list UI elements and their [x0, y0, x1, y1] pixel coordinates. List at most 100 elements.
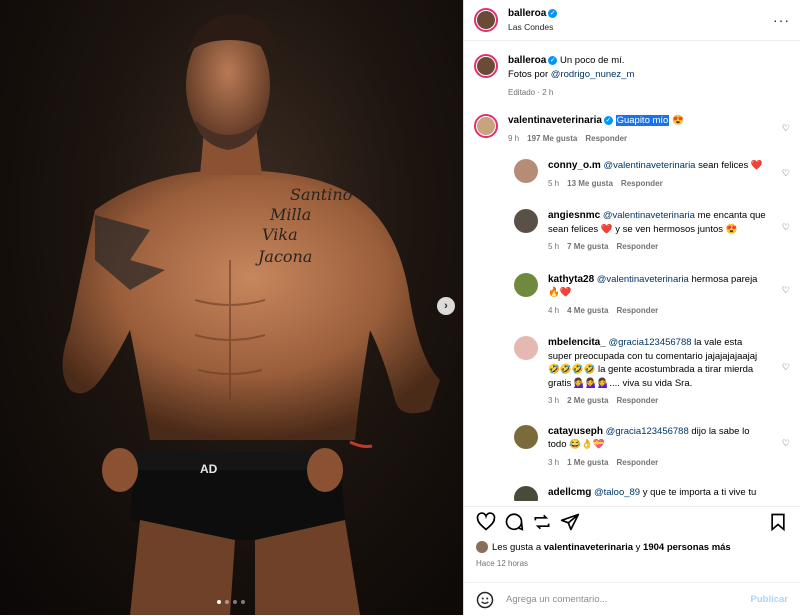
- reply-mention[interactable]: @gracia123456788: [606, 426, 689, 437]
- post-media[interactable]: Santino Milla Vika Jacona AD ›: [0, 0, 463, 615]
- author-avatar[interactable]: [474, 54, 498, 78]
- likes-prefix: Les gusta a: [492, 541, 542, 553]
- reply-button[interactable]: Responder: [616, 396, 658, 405]
- comment-text: Guapito mío: [615, 115, 670, 126]
- heart-icon[interactable]: ♡: [782, 362, 790, 373]
- comments-list[interactable]: balleroa ✓ Un poco de mí. Fotos por @rodr…: [464, 41, 800, 501]
- commenter-avatar[interactable]: [514, 209, 538, 233]
- reply-button[interactable]: Responder: [585, 134, 627, 143]
- repost-icon[interactable]: [532, 512, 552, 532]
- add-comment-bar: Publicar: [464, 582, 800, 616]
- publish-button[interactable]: Publicar: [751, 594, 789, 605]
- carousel-indicator: [217, 600, 245, 604]
- comment-time[interactable]: 9 h: [508, 134, 519, 143]
- reply-username[interactable]: conny_o.m: [548, 160, 601, 171]
- reply-likes[interactable]: 7 Me gusta: [567, 242, 608, 251]
- tattoo-line: Santino: [290, 185, 352, 204]
- reply-item: mbelencita_ @gracia123456788 la vale est…: [464, 317, 800, 408]
- heart-icon[interactable]: ♡: [782, 222, 790, 233]
- reply-time[interactable]: 4 h: [548, 306, 559, 315]
- reply-username[interactable]: adellcmg: [548, 487, 591, 498]
- carousel-dot: [225, 600, 229, 604]
- carousel-dot: [233, 600, 237, 604]
- reply-time[interactable]: 5 h: [548, 242, 559, 251]
- commenter-avatar[interactable]: [514, 424, 538, 449]
- reply-username[interactable]: kathyta28: [548, 274, 594, 285]
- reply-item: angiesnmc @valentinaveterinaria me encan…: [464, 190, 800, 254]
- caption-username[interactable]: balleroa: [508, 55, 546, 66]
- reply-mention[interactable]: @valentinaveterinaria: [597, 274, 689, 285]
- commenter-avatar[interactable]: [514, 159, 538, 183]
- heart-icon[interactable]: ♡: [782, 438, 790, 449]
- smiley-icon[interactable]: [476, 591, 494, 609]
- comment-item: valentinaveterinaria ✓ Guapito mío 😍 9 h 1…: [464, 100, 800, 145]
- likes-summary: Les gusta a valentinaveterinaria y 1904 …: [476, 541, 731, 553]
- reply-username[interactable]: angiesnmc: [548, 210, 600, 221]
- commenter-avatar[interactable]: [514, 486, 538, 501]
- verified-badge-icon: ✓: [548, 8, 558, 18]
- reply-item: catayuseph @gracia123456788 dijo la sabe…: [464, 408, 800, 470]
- tattoo-line: Vika: [262, 225, 298, 244]
- post-actions: [464, 506, 800, 537]
- underwear-logo: AD: [200, 462, 218, 476]
- verified-badge-icon: ✓: [603, 115, 613, 125]
- likes-count[interactable]: 1904 personas más: [643, 542, 731, 553]
- reply-likes[interactable]: 1 Me gusta: [567, 458, 608, 467]
- author-username[interactable]: balleroa: [508, 8, 546, 19]
- heart-icon[interactable]: [476, 512, 496, 532]
- reply-mention[interactable]: @gracia123456788: [608, 337, 691, 348]
- heart-icon[interactable]: ♡: [782, 168, 790, 179]
- heart-icon[interactable]: ♡: [782, 123, 790, 134]
- commenter-avatar[interactable]: [514, 336, 538, 360]
- comment-likes[interactable]: 197 Me gusta: [527, 134, 577, 143]
- likes-connector: y: [635, 541, 641, 553]
- verified-badge-icon: ✓: [548, 55, 558, 65]
- carousel-dot: [241, 600, 245, 604]
- reply-button[interactable]: Responder: [616, 306, 658, 315]
- post-caption: balleroa ✓ Un poco de mí. Fotos por @rodr…: [464, 41, 800, 100]
- heart-icon[interactable]: ♡: [782, 500, 790, 501]
- carousel-dot: [217, 600, 221, 604]
- heart-icon[interactable]: ♡: [782, 285, 790, 296]
- reply-thread: conny_o.m @valentinaveterinaria sean fel…: [464, 145, 800, 501]
- more-dots-icon[interactable]: ···: [773, 12, 790, 28]
- reply-likes[interactable]: 4 Me gusta: [567, 306, 608, 315]
- reply-time[interactable]: 3 h: [548, 458, 559, 467]
- reply-username[interactable]: mbelencita_: [548, 337, 606, 348]
- caption-meta: Editado · 2 h: [508, 88, 554, 97]
- reply-time[interactable]: 3 h: [548, 396, 559, 405]
- tattoo-line: Milla: [269, 205, 311, 224]
- post-time[interactable]: Hace 12 horas: [476, 559, 528, 568]
- reply-username[interactable]: catayuseph: [548, 426, 603, 437]
- reply-mention[interactable]: @valentinaveterinaria: [603, 210, 695, 221]
- reply-likes[interactable]: 2 Me gusta: [567, 396, 608, 405]
- reply-button[interactable]: Responder: [616, 242, 658, 251]
- reply-item: kathyta28 @valentinaveterinaria hermosa …: [464, 254, 800, 318]
- reply-mention[interactable]: @taloo_89: [594, 487, 640, 498]
- reply-button[interactable]: Responder: [616, 458, 658, 467]
- chevron-right-icon: ›: [444, 300, 448, 312]
- commenter-avatar[interactable]: [474, 114, 498, 138]
- next-image-button[interactable]: ›: [437, 297, 455, 315]
- author-avatar[interactable]: [474, 8, 498, 32]
- commenter-avatar[interactable]: [514, 272, 538, 297]
- reply-time[interactable]: 5 h: [548, 179, 559, 188]
- comment-input[interactable]: [504, 593, 751, 606]
- reply-mention[interactable]: @valentinaveterinaria: [603, 160, 695, 171]
- bookmark-icon[interactable]: [768, 512, 788, 532]
- caption-credit: Fotos por: [508, 69, 549, 80]
- post-header: balleroa ✓ Las Condes ···: [464, 0, 800, 41]
- send-icon[interactable]: [560, 512, 580, 532]
- liker-avatar: [476, 541, 488, 553]
- comment-username[interactable]: valentinaveterinaria: [508, 115, 602, 126]
- reply-item: conny_o.m @valentinaveterinaria sean fel…: [464, 145, 800, 190]
- comment-emoji: 😍: [671, 115, 684, 126]
- caption-mention[interactable]: @rodrigo_nunez_m: [551, 69, 635, 80]
- liker-username[interactable]: valentinaveterinaria: [544, 542, 633, 553]
- reply-button[interactable]: Responder: [621, 179, 663, 188]
- caption-text: Un poco de mí.: [560, 55, 625, 66]
- comment-bubble-icon[interactable]: [504, 512, 524, 532]
- reply-likes[interactable]: 13 Me gusta: [567, 179, 613, 188]
- post-photo: Santino Milla Vika Jacona AD: [62, 13, 440, 615]
- post-location[interactable]: Las Condes: [508, 22, 773, 32]
